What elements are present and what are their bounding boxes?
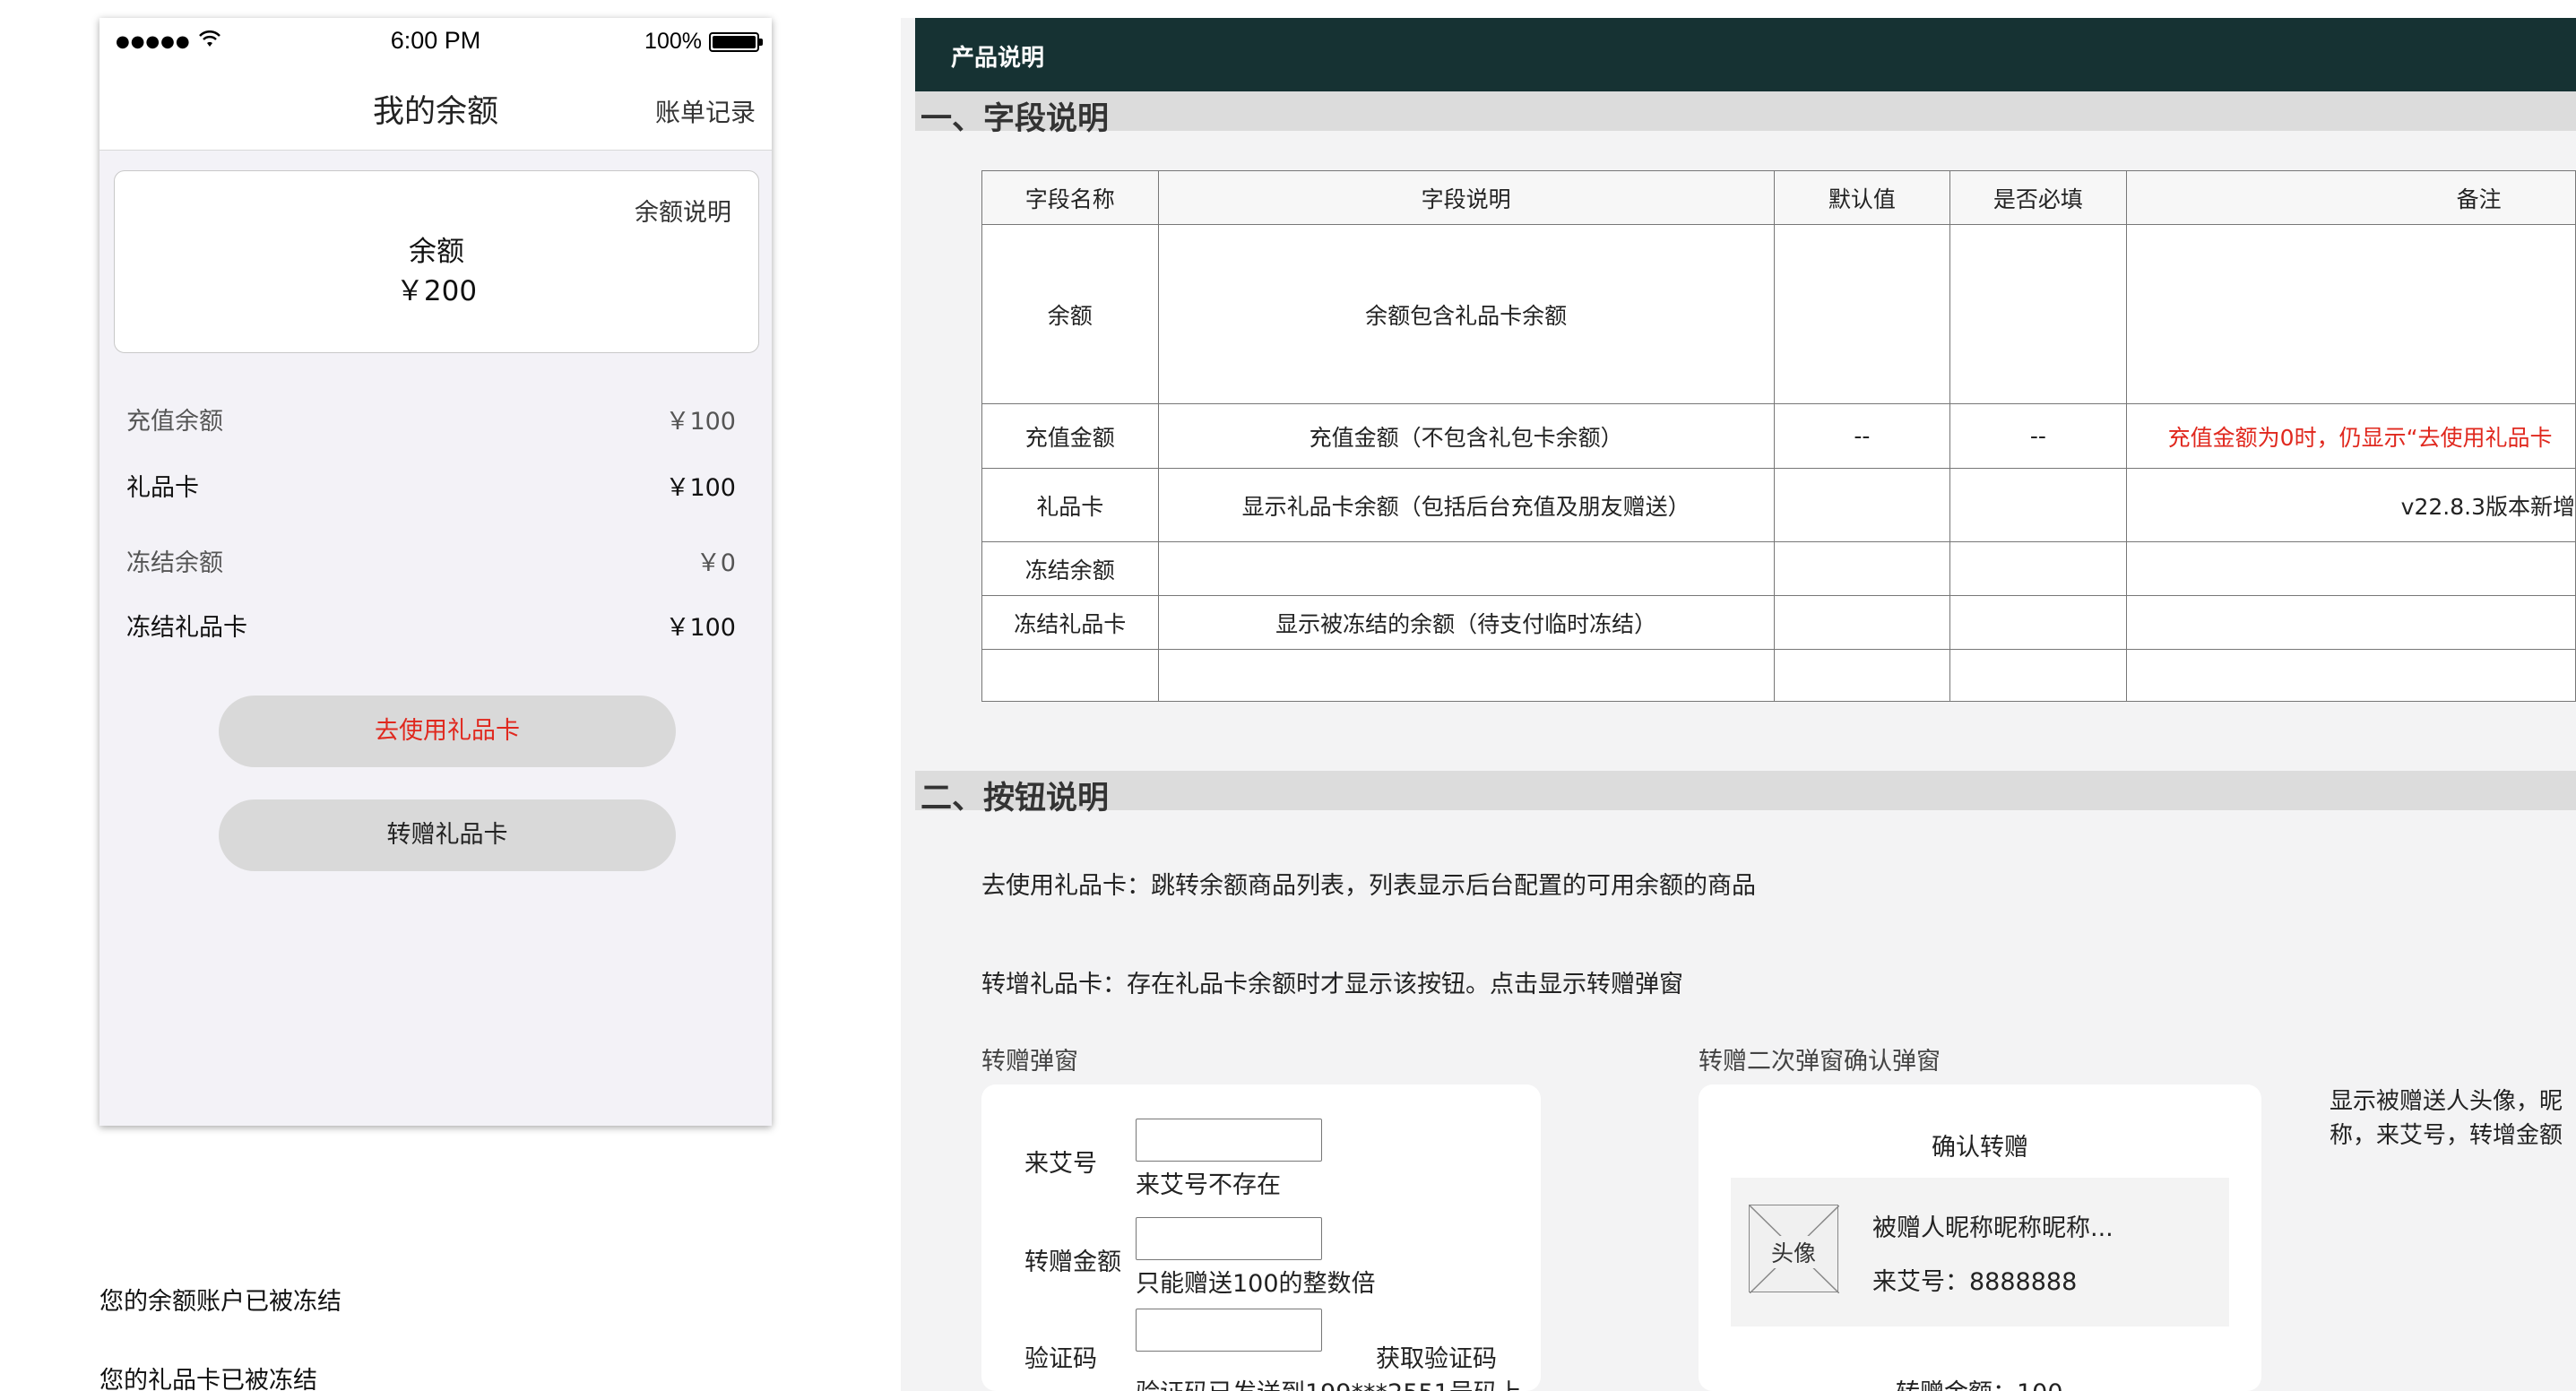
col-header: 字段名称 (981, 170, 1159, 225)
table-cell: -- (1949, 403, 2127, 469)
col-header: 字段说明 (1157, 170, 1775, 225)
product-doc-panel: 产品说明 一、字段说明 字段名称 字段说明 默认值 是否必填 备注 余额 余额包… (901, 18, 2576, 1391)
row-value: ￥100 (665, 408, 736, 436)
status-bar: ●●●●● 6:00 PM 100% (99, 18, 772, 61)
table-cell: 充值金额 (981, 403, 1159, 469)
table-header-row: 字段名称 字段说明 默认值 是否必填 备注 (981, 170, 2576, 225)
recipient-card: 头像 被赠人昵称昵称昵称... 来艾号：8888888 (1731, 1178, 2229, 1326)
recipient-id-input[interactable] (1136, 1119, 1322, 1162)
table-cell (1949, 224, 2127, 404)
table-cell (1773, 649, 1951, 702)
confirm-dialog-note: 显示被赠送人头像，昵称，来艾号，转增金额 (2330, 1088, 2563, 1149)
doc-header: 产品说明 (915, 18, 2576, 91)
table-cell: -- (1773, 403, 1951, 469)
section-bar-buttons: 二、按钮说明 (915, 771, 2576, 816)
recipient-id-label: 来艾号 (1024, 1150, 1097, 1178)
table-cell: 显示礼品卡余额（包括后台充值及朋友赠送） (1157, 468, 1775, 542)
table-cell (1949, 649, 2127, 702)
use-gift-card-button[interactable]: 去使用礼品卡 (219, 696, 676, 767)
confirm-dialog: 确认转赠 头像 被赠人昵称昵称昵称... 来艾号：8888888 转赠金额：10… (1699, 1084, 2261, 1391)
row-label: 充值余额 (126, 408, 223, 436)
transfer-amount-hint: 只能赠送100的整数倍 (1136, 1270, 1376, 1298)
table-cell (1773, 595, 1951, 650)
verify-code-input[interactable] (1136, 1309, 1322, 1352)
recipient-id-error: 来艾号不存在 (1136, 1171, 1281, 1199)
section-title: 二、按钮说明 (921, 781, 1110, 816)
table-cell: 显示被冻结的余额（待支付临时冻结） (1157, 595, 1775, 650)
table-cell: 礼品卡 (981, 468, 1159, 542)
table-cell (2125, 541, 2576, 596)
balance-amount: ￥200 (395, 275, 478, 307)
row-value: ￥100 (665, 614, 736, 642)
transfer-amount-label: 转赠金额 (1024, 1248, 1121, 1276)
row-label: 冻结余额 (126, 549, 223, 577)
verify-code-hint: 验证码已发送到199***2551号码上 (1136, 1373, 1522, 1391)
balance-frozen-notice: 您的余额账户已被冻结 (99, 1288, 341, 1316)
transfer-dialog: 来艾号 来艾号不存在 转赠金额 只能赠送100的整数倍 验证码 获取验证码 验证… (981, 1084, 1541, 1391)
table-cell (2125, 595, 2576, 650)
table-cell: 冻结余额 (981, 541, 1159, 596)
balance-help-link[interactable]: 余额说明 (635, 193, 731, 228)
section-title: 一、字段说明 (921, 101, 1110, 137)
table-cell: v22.8.3版本新增 (2125, 468, 2576, 542)
table-row: 余额 余额包含礼品卡余额 (981, 224, 2576, 404)
row-label: 冻结礼品卡 (126, 614, 247, 642)
balance-label: 余额 (409, 236, 464, 268)
avatar: 头像 (1749, 1205, 1839, 1293)
table-row: 冻结余额 (981, 541, 2576, 596)
table-row: 礼品卡 显示礼品卡余额（包括后台充值及朋友赠送） v22.8.3版本新增 (981, 468, 2576, 542)
table-row (981, 649, 2576, 702)
table-row: 充值金额 充值金额（不包含礼包卡余额） -- -- 充值金额为0时，仍显示“去使… (981, 403, 2576, 469)
table-cell (2125, 649, 2576, 702)
col-header: 默认值 (1773, 170, 1951, 225)
use-gift-card-description: 去使用礼品卡：跳转余额商品列表，列表显示后台配置的可用余额的商品 (981, 872, 1756, 900)
table-cell: 充值金额为0时，仍显示“去使用礼品卡 (2125, 403, 2576, 469)
table-cell: 余额包含礼品卡余额 (1157, 224, 1775, 404)
doc-header-title: 产品说明 (951, 45, 1045, 72)
field-table: 字段名称 字段说明 默认值 是否必填 备注 余额 余额包含礼品卡余额 充值金额 … (981, 170, 2576, 702)
table-cell (1949, 541, 2127, 596)
table-cell: 冻结礼品卡 (981, 595, 1159, 650)
gift-card-frozen-notice: 您的礼品卡已被冻结 (99, 1367, 317, 1391)
col-header: 是否必填 (1949, 170, 2127, 225)
row-value: ￥100 (665, 474, 736, 502)
transfer-gift-card-description: 转增礼品卡：存在礼品卡余额时才显示该按钮。点击显示转赠弹窗 (981, 971, 1683, 998)
table-cell (1773, 468, 1951, 542)
transfer-amount-input[interactable] (1136, 1217, 1322, 1260)
table-cell (1157, 649, 1775, 702)
battery-percent: 100% (644, 29, 702, 54)
verify-code-label: 验证码 (1024, 1345, 1097, 1373)
table-cell (1773, 541, 1951, 596)
avatar-placeholder-text: 头像 (1750, 1236, 1837, 1268)
col-header: 备注 (2125, 170, 2576, 225)
table-cell (981, 649, 1159, 702)
section-bar-fields: 一、字段说明 (915, 91, 2576, 137)
table-row: 冻结礼品卡 显示被冻结的余额（待支付临时冻结） (981, 595, 2576, 650)
table-cell (1949, 468, 2127, 542)
table-cell (1773, 224, 1951, 404)
confirm-amount: 转赠金额：100 (1896, 1373, 2063, 1391)
transfer-gift-card-button[interactable]: 转赠礼品卡 (219, 799, 676, 871)
bill-records-link[interactable]: 账单记录 (655, 93, 756, 129)
phone-mockup: ●●●●● 6:00 PM 100% 我的余额 账单记录 余额说明 余额 ￥20… (99, 18, 772, 1126)
nav-bar: 我的余额 账单记录 (99, 61, 772, 151)
table-cell: 充值金额（不包含礼包卡余额） (1157, 403, 1775, 469)
transfer-dialog-label: 转赠弹窗 (981, 1048, 1078, 1076)
balance-card: 余额说明 余额 ￥200 (114, 170, 759, 353)
recipient-id: 来艾号：8888888 (1872, 1268, 2078, 1296)
confirm-title: 确认转赠 (1932, 1134, 2028, 1162)
table-cell (1949, 595, 2127, 650)
battery-icon (709, 32, 763, 52)
row-value: ￥0 (696, 549, 736, 577)
recipient-name: 被赠人昵称昵称昵称... (1872, 1214, 2114, 1242)
table-cell: 余额 (981, 224, 1159, 404)
row-label: 礼品卡 (126, 474, 199, 502)
table-cell (2125, 224, 2576, 404)
table-cell (1157, 541, 1775, 596)
confirm-dialog-label: 转赠二次弹窗确认弹窗 (1699, 1048, 1941, 1076)
get-code-button[interactable]: 获取验证码 (1376, 1339, 1497, 1374)
